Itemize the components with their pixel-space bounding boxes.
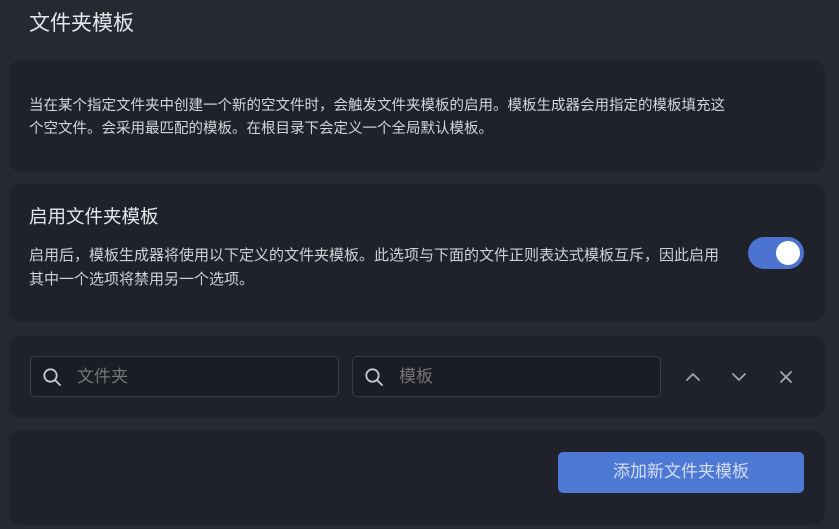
move-down-button[interactable]: [725, 363, 753, 391]
setting-item-enable-folder-templates: 启用文件夹模板 启用后，模板生成器将使用以下定义的文件夹模板。此选项与下面的文件…: [9, 184, 825, 322]
remove-template-button[interactable]: [772, 363, 800, 391]
setting-description: 启用后，模板生成器将使用以下定义的文件夹模板。此选项与下面的文件正则表达式模板互…: [29, 246, 720, 288]
add-template-card: 添加新文件夹模板: [9, 430, 825, 525]
chevron-up-icon: [686, 373, 700, 381]
template-search-input[interactable]: [399, 357, 649, 396]
template-search-box[interactable]: [352, 356, 661, 397]
chevron-down-icon: [732, 373, 746, 381]
folder-search-input[interactable]: [77, 357, 327, 396]
move-up-button[interactable]: [679, 363, 707, 391]
page-title: 文件夹模板: [29, 11, 134, 35]
folder-search-box[interactable]: [30, 356, 339, 397]
setting-name: 启用文件夹模板: [29, 207, 159, 228]
search-icon: [43, 368, 61, 386]
description-card: 当在某个指定文件夹中创建一个新的空文件时，会触发文件夹模板的启用。模板生成器会用…: [9, 60, 825, 172]
toggle-knob: [776, 241, 800, 265]
search-icon: [365, 368, 383, 386]
description-text: 当在某个指定文件夹中创建一个新的空文件时，会触发文件夹模板的启用。模板生成器会用…: [29, 98, 725, 137]
enable-folder-templates-toggle[interactable]: [748, 237, 804, 269]
add-folder-template-button[interactable]: 添加新文件夹模板: [558, 452, 804, 493]
folder-template-row: [9, 336, 825, 418]
close-icon: [780, 371, 792, 383]
